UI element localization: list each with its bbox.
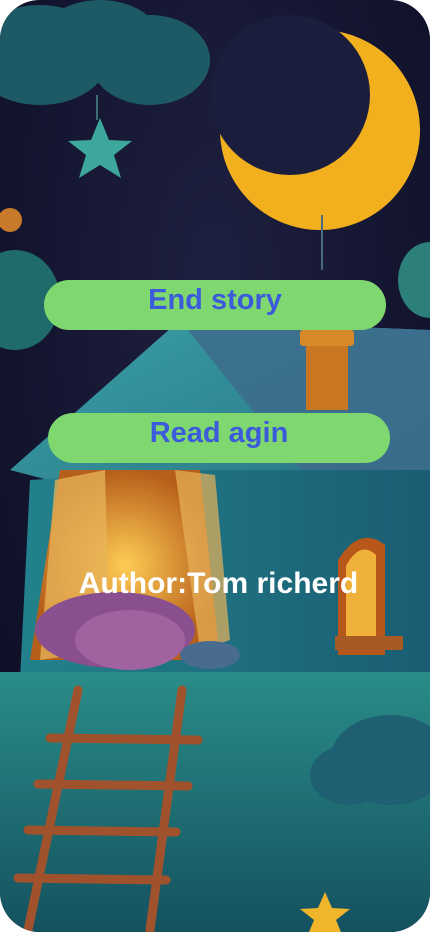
story-end-screen: End story Read agin Author:Tom richerd bbox=[0, 0, 430, 932]
end-story-button[interactable]: End story bbox=[44, 280, 386, 330]
night-house-illustration bbox=[0, 0, 430, 932]
bolster bbox=[180, 641, 240, 669]
read-again-button[interactable]: Read agin bbox=[48, 413, 390, 463]
chimney bbox=[306, 340, 348, 410]
author-label: Author:Tom richerd bbox=[78, 567, 359, 600]
